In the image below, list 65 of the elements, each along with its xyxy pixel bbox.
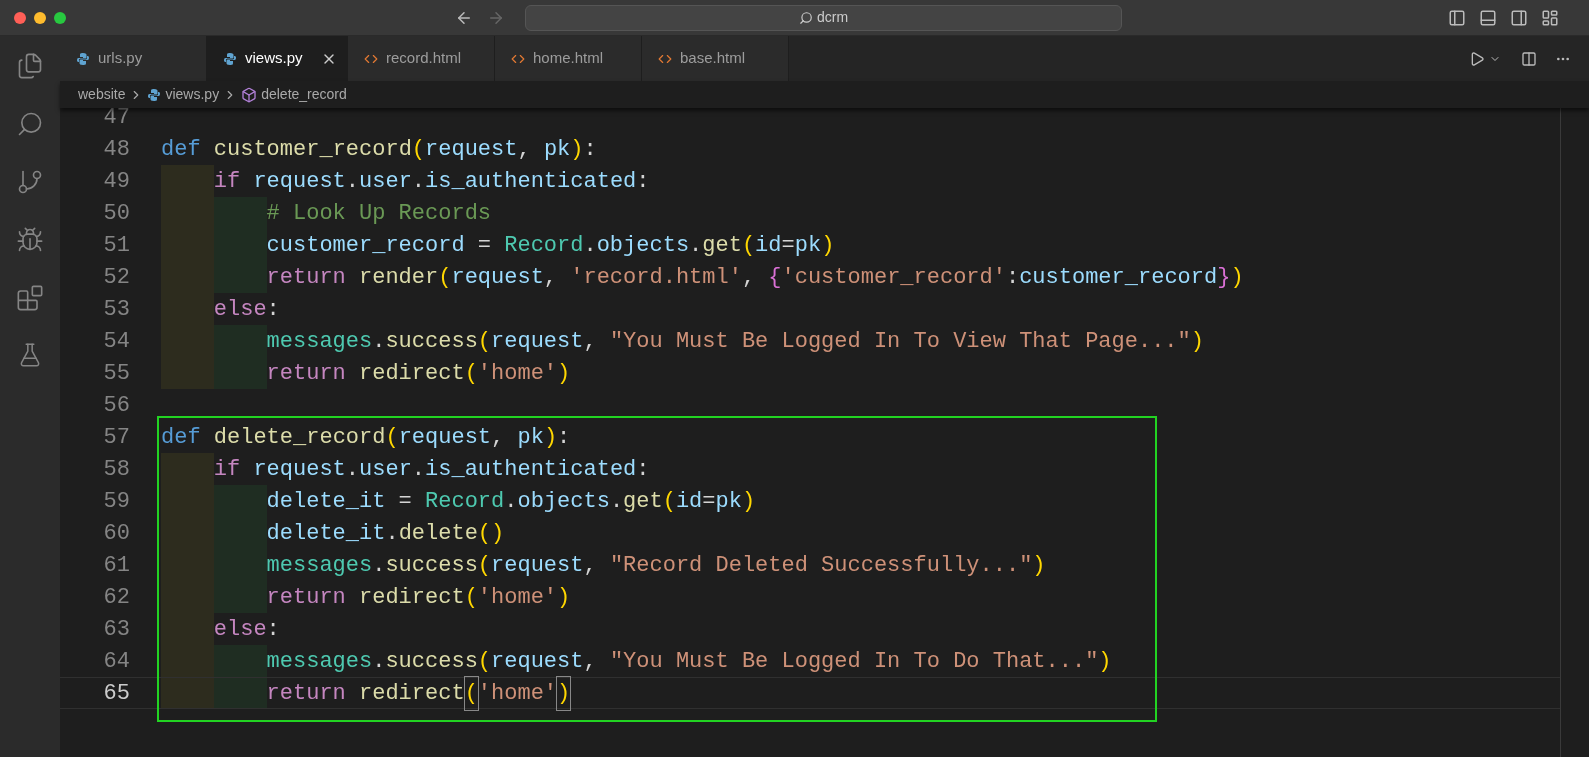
line-number: 57 <box>102 423 130 452</box>
code-line: else: <box>213 295 280 324</box>
code-line: def delete_record(request, pk): <box>161 423 571 452</box>
command-search-field[interactable]: dcrm <box>525 4 1122 31</box>
line-number: 55 <box>102 359 130 388</box>
explorer-icon[interactable] <box>16 52 44 80</box>
minimize-window-button[interactable] <box>34 11 46 24</box>
line-number: 58 <box>102 455 130 484</box>
line-number: 63 <box>102 615 130 644</box>
line-number: 52 <box>102 263 130 292</box>
code-line: return redirect('home') <box>266 583 571 612</box>
code-line: return redirect('home') <box>266 678 571 708</box>
code-line: delete_it.delete() <box>266 519 505 548</box>
code-line: if request.user.is_authenticated: <box>213 455 650 484</box>
breadcrumb-item[interactable]: views.py <box>147 84 220 105</box>
line-number: 61 <box>102 551 130 580</box>
toggle-sidebar-icon[interactable] <box>1448 8 1466 27</box>
code-line: # Look Up Records <box>266 199 492 228</box>
layout-icon[interactable] <box>1541 8 1559 27</box>
python-file-icon <box>147 87 162 102</box>
code-line: messages.success(request, "You Must Be Logged In To View That Page...") <box>266 327 1204 356</box>
line-number: 51 <box>102 231 130 260</box>
line-number: 62 <box>102 583 130 612</box>
window-title: dcrm <box>816 8 849 27</box>
code-line: messages.success(request, "You Must Be Logged In To Do That...") <box>266 647 1112 676</box>
code-line: return redirect('home') <box>266 359 571 388</box>
breadcrumb-item[interactable]: delete_record <box>241 84 347 105</box>
search-icon <box>798 10 813 25</box>
maximize-window-button[interactable] <box>54 11 66 24</box>
line-number: 64 <box>102 647 130 676</box>
line-number: 60 <box>102 519 130 548</box>
code-line: if request.user.is_authenticated: <box>213 167 650 196</box>
line-number: 65 <box>102 679 130 708</box>
line-number: 47 <box>102 108 130 132</box>
line-number: 56 <box>102 391 130 420</box>
python-file-icon <box>223 51 237 66</box>
line-number: 50 <box>102 199 130 228</box>
code-line: else: <box>213 615 280 644</box>
line-number: 49 <box>102 167 130 196</box>
line-number: 54 <box>102 327 130 356</box>
editor-tab[interactable]: record.html <box>348 36 495 81</box>
toggle-secondary-sidebar-icon[interactable] <box>1510 8 1528 27</box>
line-number: 53 <box>102 295 130 324</box>
close-window-button[interactable] <box>14 11 26 24</box>
search-icon[interactable] <box>16 110 44 138</box>
editor-tab[interactable]: views.py <box>207 36 348 81</box>
editor-tab[interactable]: base.html <box>642 36 789 81</box>
extensions-icon[interactable] <box>16 284 44 312</box>
line-number: 59 <box>102 487 130 516</box>
python-file-icon <box>76 51 90 66</box>
editor-tab[interactable]: urls.py <box>60 36 207 81</box>
source-control-icon[interactable] <box>16 168 44 196</box>
breadcrumb-item[interactable]: website <box>78 84 126 105</box>
code-line: customer_record = Record.objects.get(id=pk) <box>266 231 835 260</box>
editor-tab[interactable]: home.html <box>495 36 642 81</box>
code-line: messages.success(request, "Record Deleted Successfully...") <box>266 551 1046 580</box>
line-number: 48 <box>102 135 130 164</box>
run-icon[interactable] <box>1469 50 1485 67</box>
code-line: def customer_record(request, pk): <box>161 135 597 164</box>
code-line: return render(request, 'record.html', {'customer_record':customer_record}) <box>266 263 1244 292</box>
code-line: delete_it = Record.objects.get(id=pk) <box>266 487 756 516</box>
run-debug-icon[interactable] <box>16 226 44 254</box>
split-editor-icon[interactable] <box>1521 50 1537 67</box>
toggle-panel-icon[interactable] <box>1479 8 1497 27</box>
cube-icon <box>241 86 258 103</box>
